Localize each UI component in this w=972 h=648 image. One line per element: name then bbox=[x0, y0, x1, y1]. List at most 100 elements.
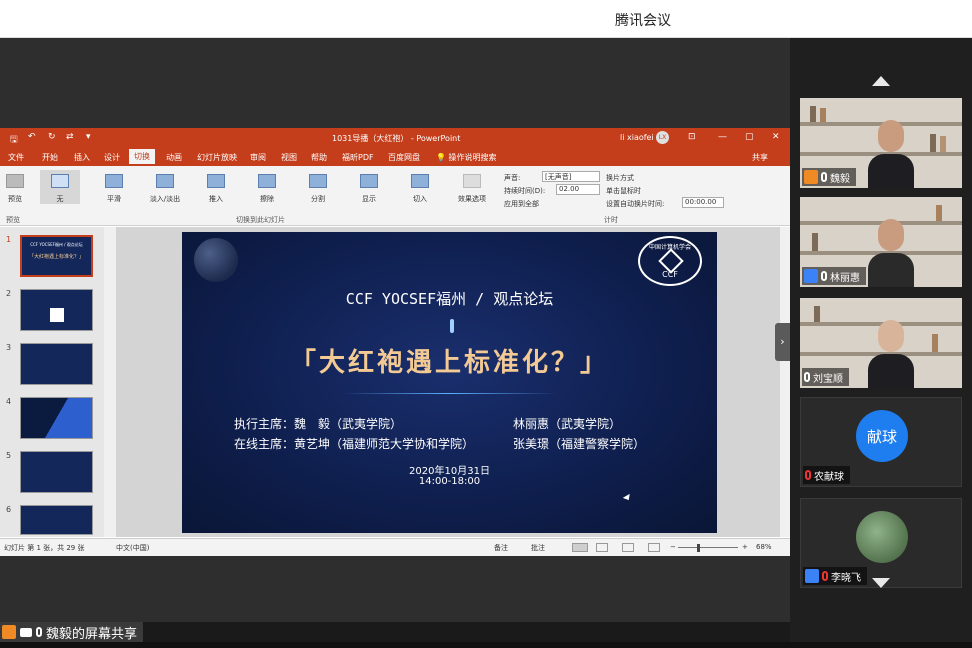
tab-review[interactable]: 审阅 bbox=[250, 152, 266, 163]
present-icon[interactable]: ⇄ bbox=[66, 132, 74, 142]
participants-scroll-down-icon[interactable] bbox=[872, 578, 890, 588]
preview-button[interactable]: 预览 bbox=[0, 170, 30, 204]
transition-split[interactable]: 分割 bbox=[298, 170, 338, 204]
participant-tile-weiyi[interactable]: 魏毅 bbox=[800, 98, 962, 188]
participant-video bbox=[868, 120, 914, 188]
transition-fade[interactable]: 淡入/淡出 bbox=[145, 170, 185, 204]
tab-insert[interactable]: 插入 bbox=[74, 152, 90, 163]
participant-tile-linlihui[interactable]: 林丽惠 bbox=[800, 197, 962, 287]
comments-button[interactable]: 批注 bbox=[531, 543, 545, 553]
tab-view[interactable]: 视图 bbox=[281, 152, 297, 163]
meeting-title-bar: 腾讯会议 bbox=[0, 0, 972, 38]
mouse-cursor-icon bbox=[622, 493, 633, 503]
transition-cut[interactable]: 切入 bbox=[400, 170, 440, 204]
duration-label: 持续时间(D): bbox=[504, 187, 546, 195]
participant-video bbox=[868, 320, 914, 388]
exec-chair-1: 执行主席：魏 毅（武夷学院） bbox=[234, 417, 403, 431]
mic-icon bbox=[821, 271, 827, 281]
sound-label: 声音: bbox=[504, 174, 521, 182]
share-button[interactable]: 共享 bbox=[752, 152, 768, 163]
transition-reveal[interactable]: 显示 bbox=[349, 170, 389, 204]
user-avatar-icon bbox=[2, 625, 16, 639]
transition-wipe[interactable]: 擦除 bbox=[247, 170, 287, 204]
search-tell-me[interactable]: 💡 操作说明搜索 bbox=[436, 152, 497, 163]
event-time: 14:00-18:00 bbox=[418, 476, 481, 487]
redo-icon[interactable]: ↻ bbox=[48, 132, 56, 142]
participant-tile-nongxianqiu[interactable]: 献球 农献球 bbox=[800, 397, 962, 487]
apply-to-all-button[interactable]: 应用到全部 bbox=[504, 199, 539, 209]
slide-thumbnail-2[interactable] bbox=[20, 289, 93, 331]
participants-scroll-up-icon[interactable] bbox=[872, 76, 890, 86]
participant-name: 魏毅 bbox=[830, 173, 850, 185]
participant-name: 农献球 bbox=[814, 471, 844, 483]
close-icon[interactable]: ✕ bbox=[772, 132, 780, 142]
zoom-slider[interactable] bbox=[678, 547, 738, 548]
transition-morph[interactable]: 平滑 bbox=[94, 170, 134, 204]
slide-thumbnail-pane: 1 CCF YOCSEF福州 / 观点论坛 「大红袍遇上标准化？」 2 3 4 … bbox=[0, 227, 108, 537]
slide-thumbnail-3[interactable] bbox=[20, 343, 93, 385]
transition-none[interactable]: 无 bbox=[40, 170, 80, 204]
undo-icon[interactable]: ↶ bbox=[28, 132, 36, 142]
language-indicator[interactable]: 中文(中国) bbox=[116, 543, 149, 553]
save-icon[interactable]: 🖫 bbox=[10, 132, 18, 148]
slide-number: 2 bbox=[6, 289, 12, 298]
duration-field[interactable]: 02.00 bbox=[556, 184, 600, 195]
slide-thumbnail-6[interactable] bbox=[20, 505, 93, 535]
screen-share-label: 魏毅的屏幕共享 bbox=[46, 626, 138, 642]
mic-icon bbox=[36, 627, 42, 637]
participant-tile-lixiaofei[interactable]: 李晓飞 bbox=[800, 498, 962, 588]
current-slide[interactable]: 中国计算机学会 CCF CCF YOCSEF福州 / 观点论坛 「大红袍遇上标准… bbox=[182, 232, 717, 533]
participant-nametag: 李晓飞 bbox=[803, 567, 867, 585]
zoom-out-icon[interactable]: − bbox=[670, 543, 676, 551]
zoom-level[interactable]: 68% bbox=[756, 543, 772, 551]
event-date: 2020年10月31日 bbox=[409, 466, 490, 477]
auto-advance-checkbox[interactable]: 设置自动换片时间: bbox=[606, 199, 664, 209]
tab-transitions[interactable]: 切换 bbox=[129, 149, 155, 164]
sound-select[interactable]: [无声音] bbox=[542, 171, 600, 182]
ccf-logo: 中国计算机学会 CCF bbox=[638, 236, 702, 286]
tab-help[interactable]: 帮助 bbox=[311, 152, 327, 163]
slideshow-icon[interactable] bbox=[648, 543, 660, 552]
participant-nametag: 农献球 bbox=[803, 466, 850, 484]
ribbon-display-icon[interactable]: ⊡ bbox=[688, 132, 696, 142]
effect-options-button[interactable]: 效果选项 bbox=[452, 170, 492, 204]
slide-thumbnail-1[interactable]: CCF YOCSEF福州 / 观点论坛 「大红袍遇上标准化？」 bbox=[20, 235, 93, 277]
slide-number: 3 bbox=[6, 343, 12, 352]
customize-qat-icon[interactable]: ▾ bbox=[86, 132, 91, 142]
slide-scrollbar[interactable] bbox=[780, 227, 790, 537]
user-name[interactable]: li xiaofei bbox=[620, 133, 654, 142]
user-avatar-icon bbox=[804, 269, 818, 283]
tab-file[interactable]: 文件 bbox=[8, 152, 24, 163]
reading-view-icon[interactable] bbox=[622, 543, 634, 552]
minimize-icon[interactable]: — bbox=[718, 132, 727, 142]
slide-sorter-icon[interactable] bbox=[596, 543, 608, 552]
auto-advance-time-field[interactable]: 00:00.00 bbox=[682, 197, 724, 208]
tab-slideshow[interactable]: 幻灯片放映 bbox=[197, 152, 237, 163]
thumbnail-subtitle: CCF YOCSEF福州 / 观点论坛 bbox=[30, 242, 83, 247]
on-mouse-click-checkbox[interactable]: 单击鼠标时 bbox=[606, 186, 641, 196]
slide-thumbnail-5[interactable] bbox=[20, 451, 93, 493]
user-avatar[interactable]: LX bbox=[656, 131, 669, 144]
slide-number: 5 bbox=[6, 451, 12, 460]
zoom-slider-handle[interactable] bbox=[697, 544, 700, 552]
transition-push[interactable]: 推入 bbox=[196, 170, 236, 204]
slide-number: 1 bbox=[6, 235, 12, 244]
tab-home[interactable]: 开始 bbox=[42, 152, 58, 163]
normal-view-icon[interactable] bbox=[572, 543, 588, 552]
screen-icon bbox=[20, 627, 32, 637]
tab-baidu-netdisk[interactable]: 百度网盘 bbox=[388, 152, 420, 163]
bottom-edge bbox=[0, 642, 972, 648]
tab-animations[interactable]: 动画 bbox=[166, 152, 182, 163]
planet-graphic bbox=[194, 238, 238, 282]
next-page-arrow[interactable]: › bbox=[775, 323, 790, 361]
notes-button[interactable]: 备注 bbox=[494, 543, 508, 553]
maximize-icon[interactable]: ▢ bbox=[745, 132, 754, 142]
thumbnail-scrollbar[interactable] bbox=[104, 227, 116, 537]
participant-nametag: 林丽惠 bbox=[802, 267, 866, 285]
participant-tile-liubaoshun[interactable]: 刘宝顺 bbox=[800, 298, 962, 388]
exec-chair-2: 林丽惠（武夷学院） bbox=[513, 417, 622, 431]
zoom-in-icon[interactable]: + bbox=[742, 543, 748, 551]
tab-design[interactable]: 设计 bbox=[104, 152, 120, 163]
tab-foxit-pdf[interactable]: 福昕PDF bbox=[342, 152, 374, 163]
slide-thumbnail-4[interactable] bbox=[20, 397, 93, 439]
